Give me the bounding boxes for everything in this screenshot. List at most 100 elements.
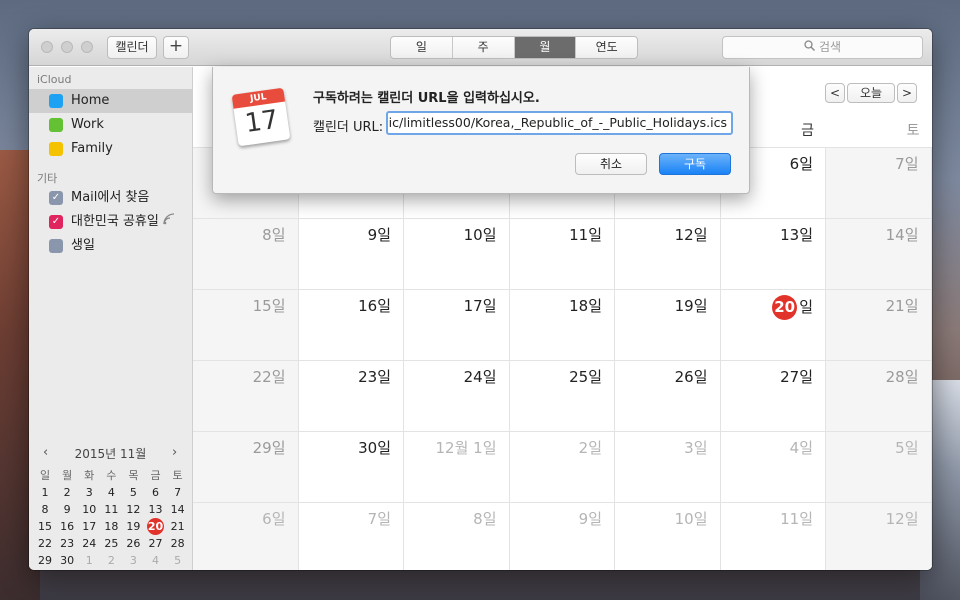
mini-day[interactable]: 5 — [122, 484, 144, 501]
tab-day[interactable]: 일 — [391, 37, 453, 58]
mini-day[interactable]: 4 — [144, 552, 166, 569]
mini-day[interactable]: 27 — [144, 535, 166, 552]
mini-day[interactable]: 12 — [167, 569, 189, 570]
mini-day[interactable]: 7 — [167, 484, 189, 501]
checkbox[interactable] — [49, 239, 63, 253]
mini-day[interactable]: 30 — [56, 552, 78, 569]
day-cell[interactable]: 26일 — [615, 361, 721, 432]
day-cell[interactable]: 6일 — [193, 503, 299, 570]
mini-day[interactable]: 1 — [34, 484, 56, 501]
mini-day[interactable]: 19 — [122, 518, 144, 535]
day-cell[interactable]: 24일 — [404, 361, 510, 432]
calendar-color-swatch[interactable] — [49, 118, 63, 132]
mini-day[interactable]: 8 — [78, 569, 100, 570]
day-cell[interactable]: 8일 — [404, 503, 510, 570]
day-cell[interactable]: 17일 — [404, 290, 510, 361]
day-cell[interactable]: 12일 — [826, 503, 932, 570]
day-cell[interactable]: 2일 — [510, 432, 615, 503]
mini-day[interactable]: 2 — [56, 484, 78, 501]
checkbox[interactable]: ✓ — [49, 191, 63, 205]
mini-day[interactable]: 6 — [144, 484, 166, 501]
zoom-button[interactable] — [81, 41, 93, 53]
next-month-button[interactable]: > — [897, 83, 917, 103]
calendar-color-swatch[interactable] — [49, 94, 63, 108]
day-cell[interactable]: 10일 — [615, 503, 721, 570]
cancel-button[interactable]: 취소 — [575, 153, 647, 175]
mini-day[interactable]: 13 — [144, 501, 166, 518]
add-event-button[interactable]: + — [163, 36, 189, 59]
sidebar-item-found-in-mail[interactable]: ✓ Mail에서 찾음 — [29, 186, 192, 210]
day-cell[interactable]: 10일 — [404, 219, 510, 290]
tab-year[interactable]: 연도 — [576, 37, 637, 58]
mini-day[interactable]: 11 — [100, 501, 122, 518]
day-cell[interactable]: 18일 — [510, 290, 615, 361]
mini-day[interactable]: 22 — [34, 535, 56, 552]
url-field[interactable]: ublic/limitless00/Korea,_Republic_of_-_P… — [386, 111, 733, 135]
mini-day[interactable]: 29 — [34, 552, 56, 569]
day-cell[interactable]: 25일 — [510, 361, 615, 432]
mini-day[interactable]: 10 — [122, 569, 144, 570]
mini-day[interactable]: 25 — [100, 535, 122, 552]
mini-next-month-button[interactable]: › — [172, 445, 177, 460]
mini-day[interactable]: 16 — [56, 518, 78, 535]
today-button[interactable]: 오늘 — [847, 83, 895, 103]
day-cell[interactable]: 7일 — [826, 148, 932, 219]
mini-day[interactable]: 5 — [167, 552, 189, 569]
sidebar-item-work[interactable]: Work — [29, 113, 192, 137]
day-cell[interactable]: 21일 — [826, 290, 932, 361]
day-cell[interactable]: 8일 — [193, 219, 299, 290]
minimize-button[interactable] — [61, 41, 73, 53]
mini-day[interactable]: 15 — [34, 518, 56, 535]
mini-day[interactable]: 20 — [144, 518, 166, 535]
day-cell[interactable]: 20 일 — [721, 290, 826, 361]
mini-day[interactable]: 28 — [167, 535, 189, 552]
day-cell[interactable]: 9일 — [299, 219, 404, 290]
mini-day[interactable]: 7 — [56, 569, 78, 570]
close-button[interactable] — [41, 41, 53, 53]
calendars-button[interactable]: 캘린더 — [107, 36, 157, 59]
day-cell[interactable]: 13일 — [721, 219, 826, 290]
checkbox[interactable]: ✓ — [49, 215, 63, 229]
sidebar-item-birthdays[interactable]: 생일 — [29, 234, 192, 258]
day-cell[interactable]: 27일 — [721, 361, 826, 432]
day-cell[interactable]: 29일 — [193, 432, 299, 503]
tab-month[interactable]: 월 — [514, 37, 577, 58]
day-cell[interactable]: 28일 — [826, 361, 932, 432]
mini-day[interactable]: 26 — [122, 535, 144, 552]
day-cell[interactable]: 22일 — [193, 361, 299, 432]
sidebar-item-korean-holidays[interactable]: ✓ 대한민국 공휴일 — [29, 210, 192, 234]
mini-day[interactable]: 4 — [100, 484, 122, 501]
subscribe-button[interactable]: 구독 — [659, 153, 731, 175]
day-cell[interactable]: 15일 — [193, 290, 299, 361]
search-input[interactable]: 검색 — [722, 36, 923, 59]
calendar-color-swatch[interactable] — [49, 142, 63, 156]
mini-day[interactable]: 18 — [100, 518, 122, 535]
mini-day[interactable]: 14 — [167, 501, 189, 518]
sidebar-item-home[interactable]: Home — [29, 89, 192, 113]
day-cell[interactable]: 19일 — [615, 290, 721, 361]
mini-day[interactable]: 24 — [78, 535, 100, 552]
prev-month-button[interactable]: < — [825, 83, 845, 103]
day-cell[interactable]: 12월 1일 — [404, 432, 510, 503]
mini-day[interactable]: 17 — [78, 518, 100, 535]
day-cell[interactable]: 11일 — [510, 219, 615, 290]
mini-day[interactable]: 12 — [122, 501, 144, 518]
mini-day[interactable]: 3 — [78, 484, 100, 501]
mini-day[interactable]: 23 — [56, 535, 78, 552]
day-cell[interactable]: 11일 — [721, 503, 826, 570]
day-cell[interactable]: 14일 — [826, 219, 932, 290]
day-cell[interactable]: 4일 — [721, 432, 826, 503]
day-cell[interactable]: 30일 — [299, 432, 404, 503]
mini-day[interactable]: 6 — [34, 569, 56, 570]
sidebar-item-family[interactable]: Family — [29, 137, 192, 161]
day-cell[interactable]: 3일 — [615, 432, 721, 503]
mini-day[interactable]: 9 — [100, 569, 122, 570]
day-cell[interactable]: 7일 — [299, 503, 404, 570]
mini-day[interactable]: 21 — [167, 518, 189, 535]
day-cell[interactable]: 16일 — [299, 290, 404, 361]
day-cell[interactable]: 5일 — [826, 432, 932, 503]
mini-day[interactable]: 3 — [122, 552, 144, 569]
day-cell[interactable]: 23일 — [299, 361, 404, 432]
mini-day[interactable]: 1 — [78, 552, 100, 569]
mini-day[interactable]: 8 — [34, 501, 56, 518]
